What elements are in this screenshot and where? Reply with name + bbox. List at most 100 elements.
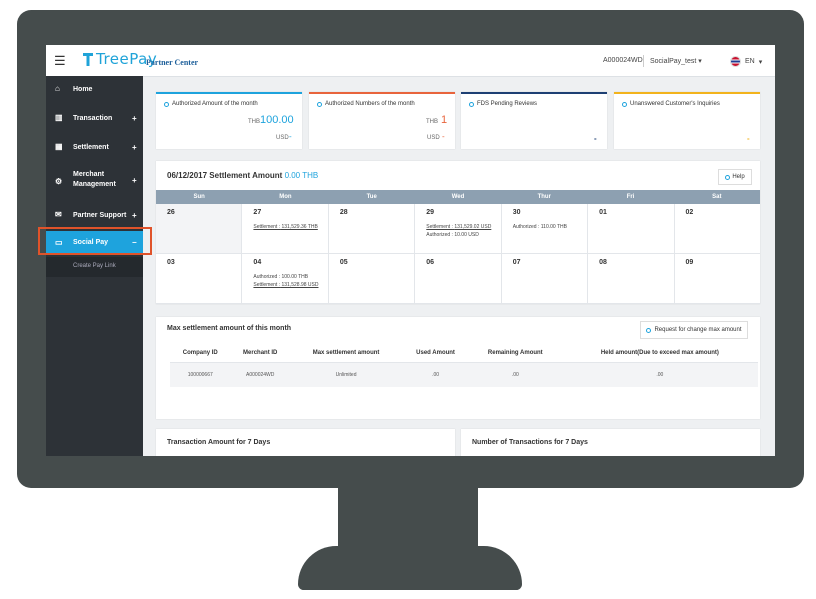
authorized-entry: Authorized : 100.00 THB bbox=[253, 274, 308, 280]
settlement-link[interactable]: Settlement : 131,529.02 USD bbox=[426, 224, 491, 230]
expand-icon[interactable]: + bbox=[132, 211, 137, 220]
request-change-label: Request for change max amount bbox=[654, 327, 742, 333]
circle-icon bbox=[317, 101, 322, 107]
circle-icon bbox=[646, 327, 652, 333]
sidebar-item-label: Home bbox=[73, 86, 93, 93]
user-menu[interactable]: SocialPay_test ▾ bbox=[650, 57, 702, 65]
calendar-day[interactable]: 04 Authorized : 100.00 THB Settlement : … bbox=[242, 254, 329, 303]
user-name: SocialPay_test bbox=[650, 58, 697, 65]
monitor-neck bbox=[338, 488, 478, 548]
expand-icon[interactable]: + bbox=[132, 114, 137, 123]
table-cell: Unlimited bbox=[289, 362, 403, 387]
sidebar-item-transaction[interactable]: ▥ Transaction + bbox=[46, 105, 143, 133]
calendar-day[interactable]: 26 bbox=[156, 204, 243, 253]
entry-label: Authorized : bbox=[512, 224, 540, 230]
day-number: 05 bbox=[339, 259, 348, 266]
day-number: 04 bbox=[253, 259, 262, 266]
calendar-day[interactable]: 07 bbox=[502, 254, 589, 303]
table-cell: 100000667 bbox=[170, 362, 231, 387]
sidebar-subitem-label: Create Pay Link bbox=[73, 263, 116, 269]
stat-title: FDS Pending Reviews bbox=[477, 101, 538, 107]
stat-value: - bbox=[442, 132, 445, 141]
card-accent-bar bbox=[309, 92, 455, 94]
stat-value: - bbox=[289, 132, 292, 141]
day-header: Thur bbox=[537, 194, 551, 200]
entry-label: Settlement : bbox=[253, 282, 281, 288]
calendar-day[interactable]: 27 Settlement : 131,529.36 THB bbox=[242, 204, 329, 253]
stat-title: Unanswered Customer's Inquiries bbox=[630, 101, 720, 107]
settlement-calendar-card: 06/12/2017 Settlement Amount 0.00 THB He… bbox=[156, 161, 760, 304]
entry-value: 110.00 THB bbox=[540, 224, 567, 230]
language-selector[interactable]: EN ▾ bbox=[730, 56, 762, 67]
gear-icon: ⚙ bbox=[55, 177, 63, 186]
expand-icon[interactable]: + bbox=[132, 176, 137, 185]
sidebar-item-label-2: Management bbox=[73, 181, 116, 188]
calendar-day[interactable]: 08 bbox=[588, 254, 675, 303]
sidebar-subitem-create-pay-link[interactable]: Create Pay Link bbox=[46, 257, 143, 277]
entry-value: 131,529.02 USD bbox=[454, 224, 492, 230]
help-button[interactable]: Help bbox=[718, 169, 752, 185]
transaction-count-card: Number of Transactions for 7 Days bbox=[461, 429, 760, 456]
day-header: Tue bbox=[366, 194, 377, 200]
request-change-button[interactable]: Request for change max amount bbox=[640, 321, 748, 339]
day-number: 28 bbox=[339, 209, 348, 216]
calendar-day[interactable]: 01 bbox=[588, 204, 675, 253]
day-number: 08 bbox=[599, 259, 607, 266]
calendar-day[interactable]: 05 bbox=[329, 254, 416, 303]
sidebar-item-label: Partner Support bbox=[73, 212, 127, 219]
calendar-day[interactable]: 06 bbox=[415, 254, 502, 303]
stat-value: 1 bbox=[441, 114, 448, 126]
calendar: Sun Mon Tue Wed Thur Fri Sat 26 27 Settl… bbox=[156, 190, 760, 304]
day-number: 03 bbox=[167, 259, 175, 266]
calendar-day[interactable]: 09 bbox=[675, 254, 760, 303]
sidebar-item-settlement[interactable]: ▦ Settlement + bbox=[46, 134, 143, 162]
circle-icon bbox=[469, 101, 474, 107]
bar-chart-icon: ▥ bbox=[55, 113, 63, 122]
sidebar-item-merchant-management[interactable]: ⚙ Merchant Management + bbox=[46, 164, 143, 200]
table-cell: .00 bbox=[402, 362, 469, 387]
calendar-week: 26 27 Settlement : 131,529.36 THB 28 29 … bbox=[156, 204, 760, 254]
calendar-day[interactable]: 28 bbox=[329, 204, 416, 253]
currency-label: USD bbox=[427, 135, 440, 141]
chevron-down-icon: ▾ bbox=[698, 58, 702, 65]
settlement-amount: 0.00 THB bbox=[284, 171, 319, 180]
day-number: 06 bbox=[426, 259, 435, 266]
partner-center-label: Partner Center bbox=[146, 58, 199, 67]
stat-card-fds-pending: FDS Pending Reviews - bbox=[461, 92, 607, 149]
column-header: Remaining Amount bbox=[468, 344, 562, 363]
day-header: Mon bbox=[279, 194, 292, 200]
calculator-icon: ▦ bbox=[55, 142, 63, 151]
settlement-link[interactable]: Settlement : 131,529.36 THB bbox=[253, 224, 317, 230]
merchant-id: A000024WD bbox=[603, 57, 643, 64]
calendar-day[interactable]: 29 Settlement : 131,529.02 USD Authorize… bbox=[415, 204, 502, 253]
settlement-label: Settlement Amount bbox=[209, 171, 283, 180]
day-number: 29 bbox=[426, 209, 435, 216]
stat-value: 100.00 bbox=[260, 114, 294, 126]
column-header: Max settlement amount bbox=[289, 344, 403, 363]
sidebar-item-partner-support[interactable]: ✉ Partner Support + bbox=[46, 202, 143, 230]
menu-icon[interactable]: ☰ bbox=[54, 53, 66, 69]
day-number: 27 bbox=[253, 209, 262, 216]
sidebar-item-home[interactable]: ⌂ Home bbox=[46, 76, 143, 104]
card-accent-bar bbox=[614, 92, 760, 94]
calendar-day[interactable]: 03 bbox=[156, 254, 243, 303]
entry-label: Authorized : bbox=[426, 232, 453, 238]
flag-icon bbox=[730, 56, 741, 67]
entry-value: 131,528.98 USD bbox=[281, 282, 319, 288]
entry-label: Settlement : bbox=[426, 224, 453, 230]
sidebar-item-label: Merchant bbox=[73, 171, 105, 178]
circle-icon bbox=[164, 101, 169, 107]
transaction-amount-title: Transaction Amount for 7 Days bbox=[167, 439, 271, 446]
chevron-down-icon: ▾ bbox=[758, 58, 763, 66]
stat-title: Authorized Amount of the month bbox=[172, 101, 258, 107]
authorized-entry: Authorized : 110.00 THB bbox=[513, 224, 567, 230]
expand-icon[interactable]: + bbox=[132, 143, 137, 152]
calendar-day[interactable]: 30 Authorized : 110.00 THB bbox=[502, 204, 589, 253]
day-header: Fri bbox=[626, 194, 635, 200]
day-number: 07 bbox=[512, 259, 521, 266]
calendar-day[interactable]: 02 bbox=[675, 204, 760, 253]
currency-label: USD bbox=[276, 135, 289, 141]
day-header: Wed bbox=[451, 194, 465, 200]
settlement-link[interactable]: Settlement : 131,528.98 USD bbox=[253, 282, 318, 288]
day-number: 02 bbox=[685, 209, 694, 216]
